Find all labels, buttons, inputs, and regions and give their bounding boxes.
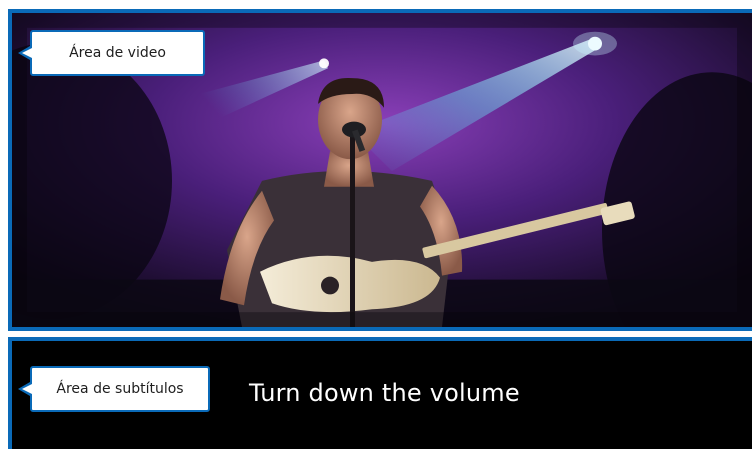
subtitle-area-callout: Área de subtítulos [18,366,210,412]
video-area-callout: Área de video [18,30,205,76]
subtitle-caption: Turn down the volume [249,379,520,407]
